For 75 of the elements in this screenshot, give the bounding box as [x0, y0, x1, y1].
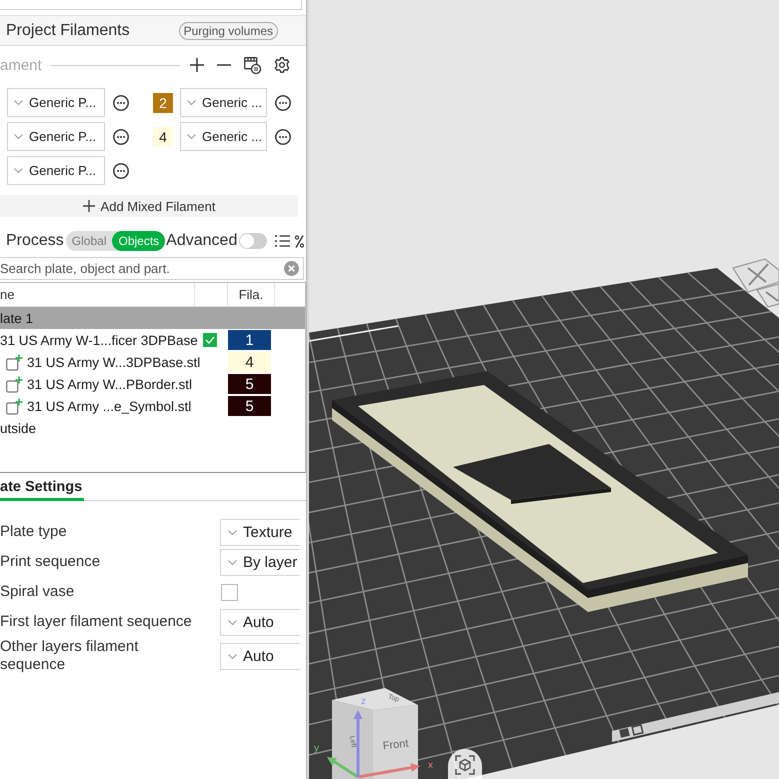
chevron-down-icon [187, 100, 196, 105]
plus-icon[interactable] [190, 58, 204, 72]
section-title: Process [6, 232, 64, 250]
add-mixed-filament-button[interactable]: Add Mixed Filament [0, 195, 298, 217]
filament-number[interactable]: 1 [228, 330, 271, 350]
percent-icon[interactable] [295, 234, 304, 248]
chevron-down-icon [228, 560, 237, 564]
object-name: 31 US Army W-1...ficer 3DPBase [0, 332, 198, 348]
setting-label: Plate type [0, 523, 68, 541]
tree-row[interactable]: 31 US Army ...e_Symbol.stl 5 [0, 395, 305, 417]
table-sync-icon[interactable] [244, 56, 261, 74]
chevron-down-icon [228, 530, 237, 534]
chevron-down-icon [14, 100, 23, 105]
more-icon[interactable] [113, 128, 129, 144]
tree-row[interactable]: 31 US Army W...PBorder.stl 5 [0, 373, 305, 395]
object-name: 31 US Army W...PBorder.stl [27, 376, 192, 392]
axis-label: y [314, 743, 319, 754]
tree-row[interactable]: utside [0, 417, 305, 439]
settings-icon[interactable] [274, 57, 290, 73]
chevron-down-icon [228, 654, 237, 658]
advanced-label: Advanced [166, 232, 238, 250]
object-name: late 1 [0, 310, 34, 326]
part-icon [6, 398, 23, 414]
chevron-down-icon [228, 620, 237, 624]
part-icon [6, 376, 23, 392]
clear-icon[interactable] [284, 261, 299, 276]
filament-dropdown[interactable]: Generic P... [7, 88, 105, 117]
filament-number: 2 [153, 92, 173, 112]
chevron-down-icon [14, 168, 23, 173]
chevron-down-icon [14, 134, 23, 139]
object-name: utside [0, 420, 36, 436]
setting-label: Print sequence [0, 553, 102, 571]
column-header[interactable]: ne [0, 287, 194, 302]
more-icon[interactable] [113, 162, 129, 178]
tree-row[interactable]: 31 US Army W...3DPBase.stl 4 [0, 351, 305, 373]
filament-number: 4 [153, 126, 173, 146]
search-field[interactable]: Search plate, object and part. [0, 257, 304, 280]
purging-volumes-button[interactable]: Purging volumes [178, 22, 278, 40]
more-icon[interactable] [275, 128, 291, 144]
checkbox[interactable] [203, 333, 217, 347]
chevron-down-icon [187, 134, 196, 139]
setting-dropdown[interactable]: By layer [220, 548, 300, 576]
more-icon[interactable] [275, 94, 291, 110]
filament-number[interactable]: 5 [228, 396, 271, 416]
filament-dropdown[interactable]: Generic P... [7, 122, 105, 151]
setting-label: Spiral vase [0, 583, 76, 601]
tree-row[interactable]: 31 US Army W-1...ficer 3DPBase 1 [0, 329, 305, 351]
filament-dropdown[interactable]: Generic P... [7, 156, 105, 185]
section-title: Project Filaments [6, 22, 130, 40]
part-icon [6, 354, 23, 370]
filament-dropdown[interactable]: Generic ... [180, 122, 267, 151]
axis-label: z [361, 696, 366, 707]
tree-row[interactable]: late 1 [0, 307, 305, 329]
plus-icon [82, 200, 95, 212]
object-name: 31 US Army W...3DPBase.stl [27, 354, 200, 370]
filament-label: ament [0, 56, 42, 74]
column-header[interactable]: Fila. [228, 287, 274, 302]
setting-dropdown[interactable]: Auto [220, 642, 300, 670]
filament-dropdown[interactable]: Generic ... [180, 88, 267, 117]
cube-focus-icon [455, 755, 475, 775]
setting-dropdown[interactable]: Texture [220, 518, 300, 546]
setting-label: First layer filament sequence [0, 613, 193, 631]
more-icon[interactable] [113, 94, 129, 110]
advanced-toggle[interactable] [239, 233, 268, 249]
filament-number[interactable]: 5 [228, 374, 271, 394]
setting-dropdown[interactable]: Auto [220, 608, 300, 636]
filament-number[interactable]: 4 [228, 352, 271, 372]
setting-label: Other layers filament sequence [0, 638, 140, 674]
cube-face-label: Front [382, 738, 410, 752]
settings-tab[interactable]: ate Settings [0, 476, 84, 501]
checkbox[interactable] [221, 584, 238, 600]
list-icon[interactable] [275, 235, 290, 247]
axis-label: x [428, 760, 433, 771]
minus-icon[interactable] [217, 64, 231, 66]
object-name: 31 US Army ...e_Symbol.stl [27, 398, 192, 414]
